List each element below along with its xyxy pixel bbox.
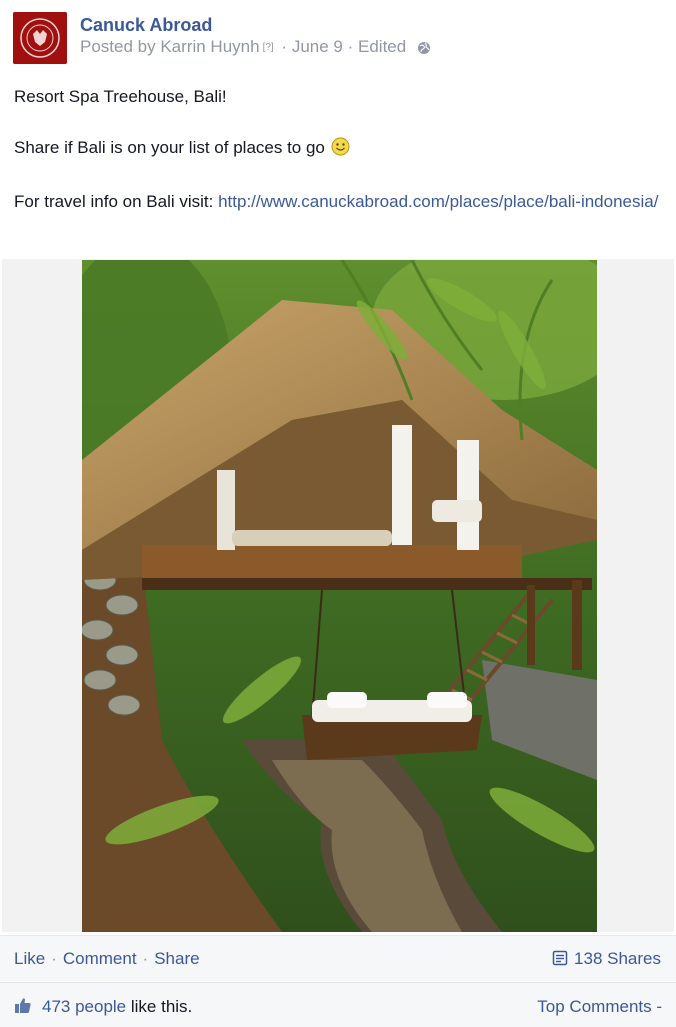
post-date[interactable]: June 9 (292, 37, 343, 56)
action-separator: · (142, 949, 149, 968)
help-marker[interactable]: [?] (263, 42, 274, 53)
shares-count[interactable]: 138 Shares (552, 949, 661, 969)
likes-suffix: like this. (130, 997, 193, 1016)
post-message: Resort Spa Treehouse, Bali! Share if Bal… (14, 84, 664, 240)
like-link[interactable]: Like (14, 949, 45, 968)
top-comments-toggle[interactable]: Top Comments - (537, 997, 662, 1017)
action-separator: · (51, 949, 57, 968)
photo-frame (2, 259, 674, 932)
meta-separator: · (281, 37, 288, 56)
shares-count-label[interactable]: 138 Shares (574, 949, 661, 968)
likes-count-link[interactable]: 473 people (42, 997, 126, 1016)
share-text: Share if Bali is on your list of places … (14, 138, 325, 157)
action-links: Like · Comment · Share (14, 949, 200, 969)
travel-prefix: For travel info on Bali visit: (14, 192, 214, 211)
share-link[interactable]: Share (154, 949, 199, 968)
treehouse-photo (82, 260, 597, 932)
post-actions-bar: Like · Comment · Share 138 Shares (0, 935, 676, 981)
page-name-link[interactable]: Canuck Abroad (80, 15, 212, 36)
post-header: Canuck Abroad Posted by Karrin Huynh [?] … (13, 12, 663, 64)
travel-line: For travel info on Bali visit: http://ww… (14, 189, 664, 215)
edited-label[interactable]: Edited (358, 37, 406, 56)
thumbs-up-icon (15, 998, 31, 1013)
likes-bar: 473 people like this. Top Comments - (0, 982, 676, 1027)
author-link[interactable]: Karrin Huynh (160, 37, 259, 56)
share-icon (552, 950, 568, 966)
page-avatar[interactable] (13, 12, 67, 64)
post-photo[interactable] (82, 260, 597, 932)
globe-icon[interactable] (417, 40, 431, 60)
canuck-abroad-logo (13, 12, 67, 64)
travel-link[interactable]: http://www.canuckabroad.com/places/place… (218, 192, 658, 211)
likes-summary: 473 people like this. (14, 997, 192, 1017)
smiley-icon (331, 137, 350, 164)
posted-by-label: Posted by (80, 37, 156, 56)
comment-link[interactable]: Comment (63, 949, 137, 968)
meta-separator: · (347, 37, 354, 56)
post-title-line: Resort Spa Treehouse, Bali! (14, 87, 227, 106)
post-meta: Posted by Karrin Huynh [?] · June 9 · Edi… (80, 37, 431, 60)
share-line: Share if Bali is on your list of places … (14, 135, 664, 164)
